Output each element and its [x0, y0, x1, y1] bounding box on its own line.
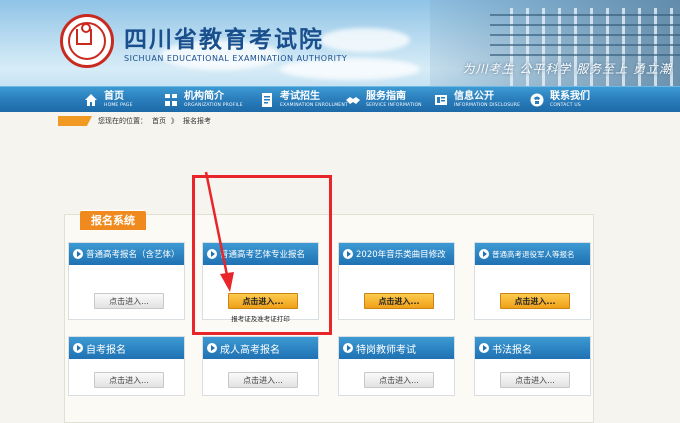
nav-sublabel: CONTACT US — [550, 102, 581, 108]
nav-sublabel: SERVICE INFORMATION — [366, 102, 422, 108]
enter-button[interactable]: 点击进入... — [364, 293, 434, 309]
card-adult-college-exam: 成人高考报名 点击进入... — [202, 336, 319, 396]
arrow-bullet-icon — [73, 343, 83, 353]
home-icon — [82, 91, 100, 109]
arrow-bullet-icon — [73, 249, 83, 259]
nav-label: 考试招生 — [280, 90, 320, 102]
card-calligraphy-registration: 书法报名 点击进入... — [474, 336, 591, 396]
nav-label: 首页 — [104, 90, 124, 102]
emblem-logo[interactable] — [60, 14, 114, 68]
panel-tab-registration-system: 报名系统 — [80, 210, 146, 230]
arrow-bullet-icon — [343, 343, 353, 353]
header-banner: 为川考生 公平科学 服务至上 勇立潮 四川省教育考试院 SICHUAN EDUC… — [0, 0, 680, 86]
arrow-bullet-icon — [207, 343, 217, 353]
nav-home[interactable]: 首页 HOME PAGE — [82, 87, 133, 113]
card-gaokao-registration: 普通高考报名（含艺体） 点击进入... — [68, 242, 185, 320]
nav-sublabel: INFORMATION DISCLOSURE — [454, 102, 521, 108]
enter-button[interactable]: 点击进入... — [228, 372, 298, 388]
info-icon — [432, 91, 450, 109]
card-title: 2020年音乐类曲目修改 — [356, 250, 446, 260]
breadcrumb-flag-icon — [58, 116, 92, 126]
site-subtitle: SICHUAN EDUCATIONAL EXAMINATION AUTHORIT… — [124, 54, 348, 63]
nav-label: 联系我们 — [550, 90, 590, 102]
header-slogan: 为川考生 公平科学 服务至上 勇立潮 — [462, 62, 672, 76]
breadcrumb-home-link[interactable]: 首页 — [152, 116, 166, 126]
site-title[interactable]: 四川省教育考试院 — [124, 20, 324, 54]
card-music-repertoire-change: 2020年音乐类曲目修改 点击进入... — [338, 242, 455, 320]
arrow-bullet-icon — [343, 249, 353, 259]
card-title: 普通高考报名（含艺体） — [86, 250, 180, 260]
nav-label: 服务指南 — [366, 90, 406, 102]
card-self-study-exam: 自考报名 点击进入... — [68, 336, 185, 396]
arrow-bullet-icon — [479, 249, 489, 259]
card-veterans-registration: 普通高考退役军人等报名 点击进入... — [474, 242, 591, 320]
enter-button[interactable]: 点击进入... — [94, 372, 164, 388]
enter-button[interactable]: 点击进入... — [500, 293, 570, 309]
nav-exam-enrollment[interactable]: 考试招生 EXAMINATION ENROLLMENT — [258, 87, 348, 113]
nav-service-guide[interactable]: 服务指南 SERVICE INFORMATION — [344, 87, 422, 113]
handshake-icon — [344, 91, 362, 109]
breadcrumb-prefix: 您现在的位置： — [98, 117, 147, 125]
nav-label: 机构简介 — [184, 90, 224, 102]
nav-organization[interactable]: 机构简介 ORGANIZATION PROFILE — [162, 87, 243, 113]
arrow-bullet-icon — [479, 343, 489, 353]
breadcrumb: 您现在的位置： 首页 》 报名报考 — [58, 115, 618, 127]
nav-label: 信息公开 — [454, 90, 494, 102]
main-nav: 首页 HOME PAGE 机构简介 ORGANIZATION PROFILE 考试招… — [0, 86, 680, 112]
enter-button[interactable]: 点击进入... — [500, 372, 570, 388]
document-icon — [258, 91, 276, 109]
pointer-arrow-icon — [204, 171, 234, 292]
nav-sublabel: ORGANIZATION PROFILE — [184, 102, 243, 108]
card-title: 成人高考报名 — [220, 344, 280, 356]
enter-button[interactable]: 点击进入... — [94, 293, 164, 309]
card-title: 特岗教师考试 — [356, 344, 416, 356]
enter-button[interactable]: 点击进入... — [364, 372, 434, 388]
org-chart-icon — [162, 91, 180, 109]
card-title: 书法报名 — [492, 344, 532, 356]
contact-icon — [528, 91, 546, 109]
card-special-teacher-exam: 特岗教师考试 点击进入... — [338, 336, 455, 396]
nav-sublabel: EXAMINATION ENROLLMENT — [280, 102, 348, 108]
breadcrumb-separator: 》 — [171, 117, 178, 125]
card-title: 自考报名 — [86, 344, 126, 356]
card-title: 普通高考退役军人等报名 — [492, 249, 575, 259]
nav-info-disclosure[interactable]: 信息公开 INFORMATION DISCLOSURE — [432, 87, 520, 113]
nav-contact-us[interactable]: 联系我们 CONTACT US — [528, 87, 590, 113]
breadcrumb-current: 报名报考 — [183, 117, 211, 125]
nav-sublabel: HOME PAGE — [104, 102, 133, 108]
